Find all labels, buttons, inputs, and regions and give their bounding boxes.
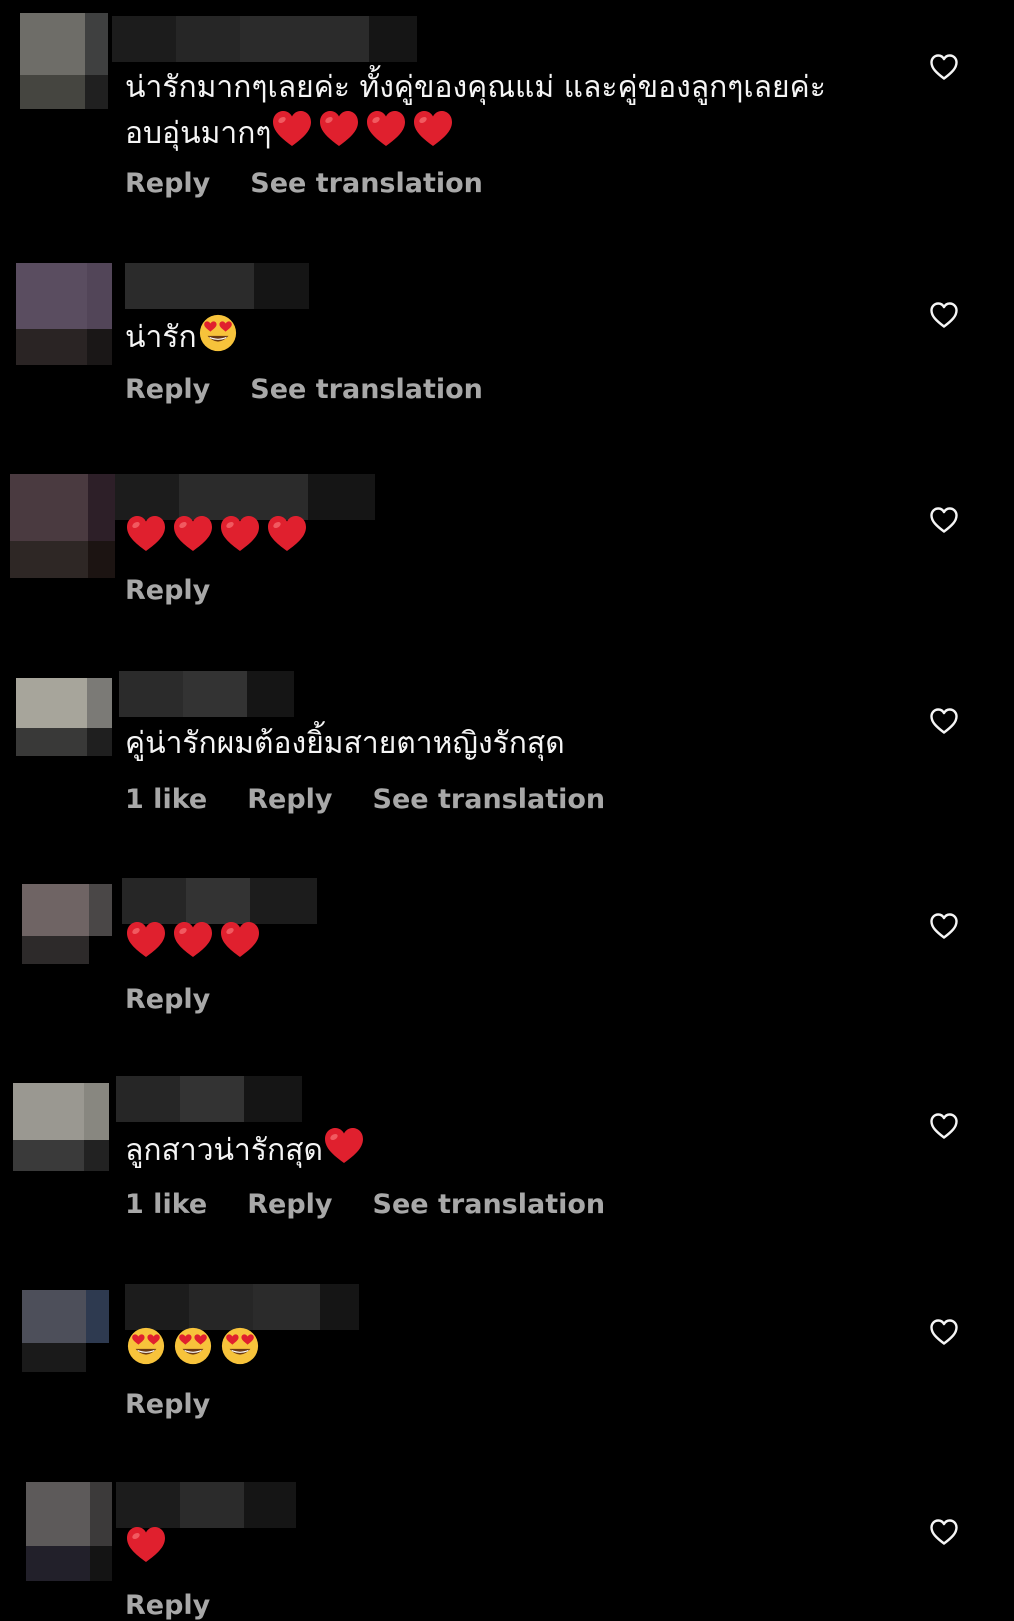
heart-outline-icon[interactable]	[928, 1316, 960, 1348]
comment-actions: Reply	[125, 1389, 250, 1420]
see-translation-button[interactable]: See translation	[373, 784, 606, 815]
red-heart-emoji-icon	[125, 1525, 171, 1565]
username-redacted[interactable]	[116, 1482, 296, 1528]
username-redacted[interactable]	[116, 1076, 302, 1122]
likes-count[interactable]: 1 like	[125, 1189, 207, 1220]
heart-eyes-emoji-icon	[219, 1326, 265, 1366]
avatar[interactable]	[22, 1290, 109, 1372]
red-heart-emoji-icon	[172, 920, 218, 960]
username-redacted[interactable]	[125, 1284, 359, 1330]
reply-button[interactable]: Reply	[125, 1590, 210, 1621]
heart-outline-icon[interactable]	[928, 1516, 960, 1548]
heart-outline-icon[interactable]	[928, 1110, 960, 1142]
heart-outline-icon[interactable]	[928, 51, 960, 83]
red-heart-emoji-icon	[172, 514, 218, 554]
heart-eyes-emoji-icon	[172, 1326, 218, 1366]
reply-button[interactable]: Reply	[125, 1389, 210, 1420]
username-redacted[interactable]	[119, 671, 294, 717]
heart-eyes-emoji-icon	[197, 313, 243, 353]
heart-outline-icon[interactable]	[928, 299, 960, 331]
reply-button[interactable]: Reply	[125, 984, 210, 1015]
see-translation-button[interactable]: See translation	[373, 1189, 606, 1220]
username-redacted[interactable]	[125, 263, 309, 309]
red-heart-emoji-icon	[412, 109, 458, 149]
heart-outline-icon[interactable]	[928, 504, 960, 536]
see-translation-button[interactable]: See translation	[250, 374, 483, 405]
likes-count[interactable]: 1 like	[125, 784, 207, 815]
reply-button[interactable]: Reply	[247, 784, 332, 815]
avatar[interactable]	[10, 474, 115, 578]
avatar[interactable]	[16, 263, 112, 365]
comment-text	[125, 1326, 864, 1372]
comment-actions: Reply	[125, 984, 250, 1015]
red-heart-emoji-icon	[365, 109, 411, 149]
comment-actions: Reply	[125, 575, 250, 606]
reply-button[interactable]: Reply	[125, 168, 210, 199]
red-heart-emoji-icon	[271, 109, 317, 149]
heart-outline-icon[interactable]	[928, 910, 960, 942]
comment-actions: Reply See translation	[125, 374, 523, 405]
red-heart-emoji-icon	[219, 920, 265, 960]
comment-actions: Reply	[125, 1590, 250, 1621]
heart-eyes-emoji-icon	[125, 1326, 171, 1366]
comment-text: ลูกสาวน่ารักสุด	[125, 1126, 864, 1172]
comment-text: น่ารัก	[125, 313, 864, 359]
see-translation-button[interactable]: See translation	[250, 168, 483, 199]
username-redacted[interactable]	[112, 16, 417, 62]
comment-actions: 1 like Reply See translation	[125, 1189, 645, 1220]
red-heart-emoji-icon	[318, 109, 364, 149]
reply-button[interactable]: Reply	[125, 575, 210, 606]
avatar[interactable]	[22, 884, 112, 964]
red-heart-emoji-icon	[266, 514, 312, 554]
red-heart-emoji-icon	[323, 1126, 369, 1166]
comment-text	[125, 1525, 864, 1571]
comment-actions: Reply See translation	[125, 168, 523, 199]
comment-text: คู่น่ารักผมต้องยิ้มสายตาหญิงรักสุด	[125, 726, 565, 761]
heart-outline-icon[interactable]	[928, 705, 960, 737]
reply-button[interactable]: Reply	[125, 374, 210, 405]
comment-actions: 1 like Reply See translation	[125, 784, 645, 815]
reply-button[interactable]: Reply	[247, 1189, 332, 1220]
red-heart-emoji-icon	[219, 514, 265, 554]
avatar[interactable]	[20, 13, 108, 109]
comment-text	[125, 514, 864, 560]
red-heart-emoji-icon	[125, 920, 171, 960]
red-heart-emoji-icon	[125, 514, 171, 554]
avatar[interactable]	[26, 1482, 112, 1581]
comment-text	[125, 920, 864, 966]
comment-text: น่ารักมากๆเลยค่ะ ทั้งคู่ของคุณแม่ และคู่…	[125, 70, 836, 151]
avatar[interactable]	[16, 678, 112, 756]
username-redacted[interactable]	[122, 878, 317, 924]
avatar[interactable]	[13, 1083, 109, 1171]
